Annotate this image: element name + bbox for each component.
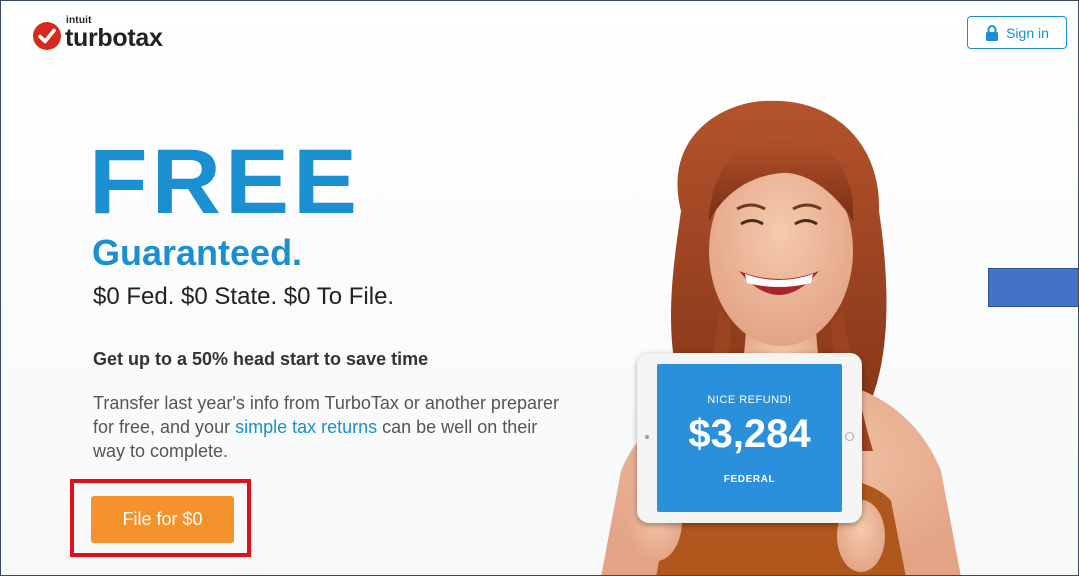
file-for-free-button[interactable]: File for $0 xyxy=(91,496,234,543)
simple-tax-returns-link[interactable]: simple tax returns xyxy=(235,417,377,437)
tablet-device: NICE REFUND! $3,284 FEDERAL xyxy=(637,353,862,523)
lock-icon xyxy=(986,24,999,41)
hero-headline: FREE xyxy=(89,130,362,233)
intuit-check-icon xyxy=(33,22,61,50)
transfer-description: Transfer last year's info from TurboTax … xyxy=(93,391,563,463)
page-frame: intuit turbotax Sign in FREE Guaranteed.… xyxy=(0,0,1079,576)
tablet-camera xyxy=(645,435,649,439)
logo-turbotax-text: turbotax xyxy=(65,24,163,52)
sign-in-label: Sign in xyxy=(1006,24,1049,41)
headstart-heading: Get up to a 50% head start to save time xyxy=(93,349,429,369)
tablet-home-button xyxy=(845,432,854,441)
refund-type: FEDERAL xyxy=(723,474,776,485)
sign-in-button[interactable]: Sign in xyxy=(967,16,1067,49)
refund-amount: $3,284 xyxy=(688,412,811,456)
overlay-blue-rectangle xyxy=(988,268,1078,307)
hero-subheadline: Guaranteed. xyxy=(92,232,303,273)
hero-tagline: $0 Fed. $0 State. $0 To File. xyxy=(93,283,395,310)
top-navigation-bar: intuit turbotax Sign in xyxy=(1,1,1078,73)
refund-caption: NICE REFUND! xyxy=(707,394,792,406)
tablet-screen: NICE REFUND! $3,284 FEDERAL xyxy=(657,364,842,512)
